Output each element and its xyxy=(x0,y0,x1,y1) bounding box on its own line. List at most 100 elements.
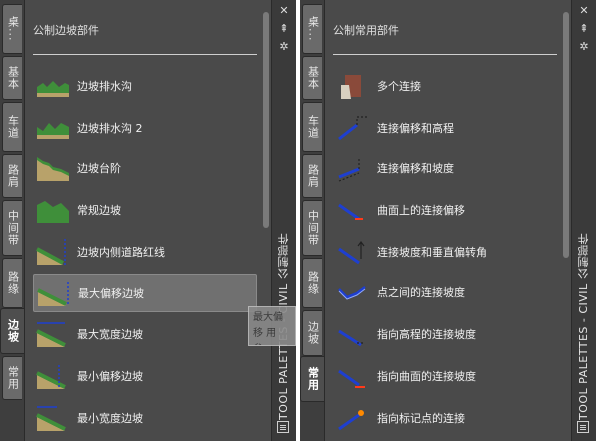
tab-label: 路肩 xyxy=(306,164,320,188)
tab-label: 中间带 xyxy=(6,210,20,246)
tool-item[interactable]: 连接偏移和坡度 xyxy=(333,150,555,186)
link-slope-points-icon xyxy=(338,286,366,300)
green-slope-ditch-icon xyxy=(37,123,69,139)
tab-label: 路缘 xyxy=(6,271,20,295)
tool-label: 指向曲面的连接坡度 xyxy=(377,370,476,383)
tab-label: 路缘 xyxy=(306,271,320,295)
tab-desktop[interactable]: 桌... xyxy=(302,4,322,54)
link-offset-elevation-icon xyxy=(338,116,367,141)
green-slope-icon xyxy=(37,201,69,223)
tool-item[interactable]: 连接坡度和垂直偏转角 xyxy=(333,234,555,270)
tab-basic[interactable]: 基本 xyxy=(302,56,322,100)
link-slope-surface-icon xyxy=(338,369,365,388)
tab-slope[interactable]: 边坡 xyxy=(302,310,322,356)
tab-label: 边坡 xyxy=(6,319,20,343)
tab-label: 桌... xyxy=(6,16,20,42)
settings-icon[interactable]: ✲ xyxy=(276,40,292,54)
slope-min-offset-icon xyxy=(36,365,66,389)
slope-max-offset-icon xyxy=(37,282,69,306)
link-offset-surface-icon xyxy=(338,203,363,221)
tool-label: 最小偏移边坡 xyxy=(77,370,143,383)
close-icon[interactable]: ✕ xyxy=(576,4,592,18)
tab-basic[interactable]: 基本 xyxy=(2,56,22,100)
autohide-icon[interactable]: ⇞ xyxy=(576,22,592,36)
menu-icon[interactable] xyxy=(577,421,589,433)
menu-icon[interactable] xyxy=(277,421,289,433)
divider xyxy=(33,54,257,55)
tab-label: 桌... xyxy=(306,16,320,42)
green-slope-bench-icon xyxy=(37,157,69,181)
tab-label: 基本 xyxy=(6,66,20,90)
divider xyxy=(333,54,557,55)
tool-label: 最大偏移边坡 xyxy=(78,287,144,300)
slope-row-line-icon xyxy=(36,239,66,265)
tab-curb[interactable]: 路缘 xyxy=(2,258,22,308)
tool-item-selected[interactable]: 最大偏移边坡 xyxy=(33,274,257,312)
palette-content: 公制常用部件 多个连接 连接偏移和高程 连接偏移和坡度 曲面上的连接偏移 连接坡… xyxy=(324,0,573,441)
tool-label: 连接坡度和垂直偏转角 xyxy=(377,246,487,259)
tab-label: 基本 xyxy=(306,66,320,90)
tool-palette-right: 桌... 基本 车道 路肩 中间带 路缘 边坡 常用 公制常用部件 多个连接 连… xyxy=(300,0,596,441)
tool-item[interactable]: 边坡台阶 xyxy=(33,150,255,186)
tool-palette-left: 桌... 基本 车道 路肩 中间带 路缘 边坡 常用 公制边坡部件 边坡排水沟 … xyxy=(0,0,296,441)
tool-item[interactable]: 指向高程的连接坡度 xyxy=(333,316,555,352)
tool-item[interactable]: 多个连接 xyxy=(333,68,555,104)
tool-label: 指向高程的连接坡度 xyxy=(377,328,476,341)
tab-desktop[interactable]: 桌... xyxy=(2,4,22,54)
scrollbar-thumb[interactable] xyxy=(563,12,569,258)
slope-min-width-icon xyxy=(36,406,66,431)
tab-lane[interactable]: 车道 xyxy=(2,102,22,152)
tool-item[interactable]: 边坡内侧道路红线 xyxy=(33,234,255,270)
tool-label: 常规边坡 xyxy=(77,204,121,217)
tab-slope[interactable]: 边坡 xyxy=(0,308,24,354)
tab-label: 车道 xyxy=(6,115,20,139)
settings-icon[interactable]: ✲ xyxy=(576,40,592,54)
tool-item[interactable]: 最小偏移边坡 xyxy=(33,358,255,394)
tab-median[interactable]: 中间带 xyxy=(302,200,322,256)
link-marked-point-icon xyxy=(338,410,364,431)
tool-label: 最大宽度边坡 xyxy=(77,328,143,341)
tab-median[interactable]: 中间带 xyxy=(2,200,22,256)
close-icon[interactable]: ✕ xyxy=(276,4,292,18)
tab-curb[interactable]: 路缘 xyxy=(302,258,322,308)
tab-strip: 桌... 基本 车道 路肩 中间带 路缘 边坡 常用 xyxy=(0,0,24,441)
tool-item[interactable]: 常规边坡 xyxy=(33,192,255,228)
tool-label: 多个连接 xyxy=(377,80,421,93)
autohide-icon[interactable]: ⇞ xyxy=(276,22,292,36)
tab-common[interactable]: 常用 xyxy=(300,356,324,402)
tool-item[interactable]: 指向曲面的连接坡度 xyxy=(333,358,555,394)
tool-label: 连接偏移和坡度 xyxy=(377,162,454,175)
tool-label: 边坡排水沟 xyxy=(77,80,132,93)
palette-content: 公制边坡部件 边坡排水沟 边坡排水沟 2 边坡台阶 常规边坡 边坡内侧道路红线 … xyxy=(24,0,273,441)
link-slope-elevation-icon xyxy=(338,329,365,347)
palette-title: TOOL PALETTES - CIVIL 公制部件 xyxy=(577,233,590,420)
tab-label: 中间带 xyxy=(306,210,320,246)
tool-label: 连接偏移和高程 xyxy=(377,122,454,135)
tab-label: 路肩 xyxy=(6,164,20,188)
tab-shoulder[interactable]: 路肩 xyxy=(302,154,322,198)
tool-label: 边坡内侧道路红线 xyxy=(77,246,165,259)
tab-strip: 桌... 基本 车道 路肩 中间带 路缘 边坡 常用 xyxy=(300,0,324,441)
link-slope-vertical-icon xyxy=(338,241,365,265)
tab-label: 边坡 xyxy=(306,321,320,345)
tool-item[interactable]: 曲面上的连接偏移 xyxy=(333,192,555,228)
tab-shoulder[interactable]: 路肩 xyxy=(2,154,22,198)
palette-titlebar[interactable]: ✕ ⇞ ✲ TOOL PALETTES - CIVIL 公制部件 xyxy=(571,0,596,441)
tool-label: 点之间的连接坡度 xyxy=(377,286,465,299)
tool-item[interactable]: 连接偏移和高程 xyxy=(333,110,555,146)
palette-titlebar[interactable]: ✕ ⇞ ✲ TOOL PALETTES - CIVIL 公制部件 xyxy=(271,0,296,441)
tab-common[interactable]: 常用 xyxy=(2,356,22,400)
tab-lane[interactable]: 车道 xyxy=(302,102,322,152)
tooltip: 最大偏移 用参... xyxy=(248,306,296,346)
tool-item[interactable]: 边坡排水沟 2 xyxy=(33,110,255,146)
tool-item[interactable]: 指向标记点的连接 xyxy=(333,400,555,436)
tool-item[interactable]: 边坡排水沟 xyxy=(33,68,255,104)
group-title: 公制常用部件 xyxy=(333,24,399,37)
tool-item[interactable]: 最大宽度边坡 xyxy=(33,316,255,352)
tool-item[interactable]: 点之间的连接坡度 xyxy=(333,274,555,310)
scrollbar-thumb[interactable] xyxy=(263,12,269,228)
tab-label: 常用 xyxy=(6,366,20,390)
multiple-link-icon xyxy=(341,75,361,99)
green-slope-ditch-icon xyxy=(37,81,69,97)
tool-item[interactable]: 最小宽度边坡 xyxy=(33,400,255,436)
